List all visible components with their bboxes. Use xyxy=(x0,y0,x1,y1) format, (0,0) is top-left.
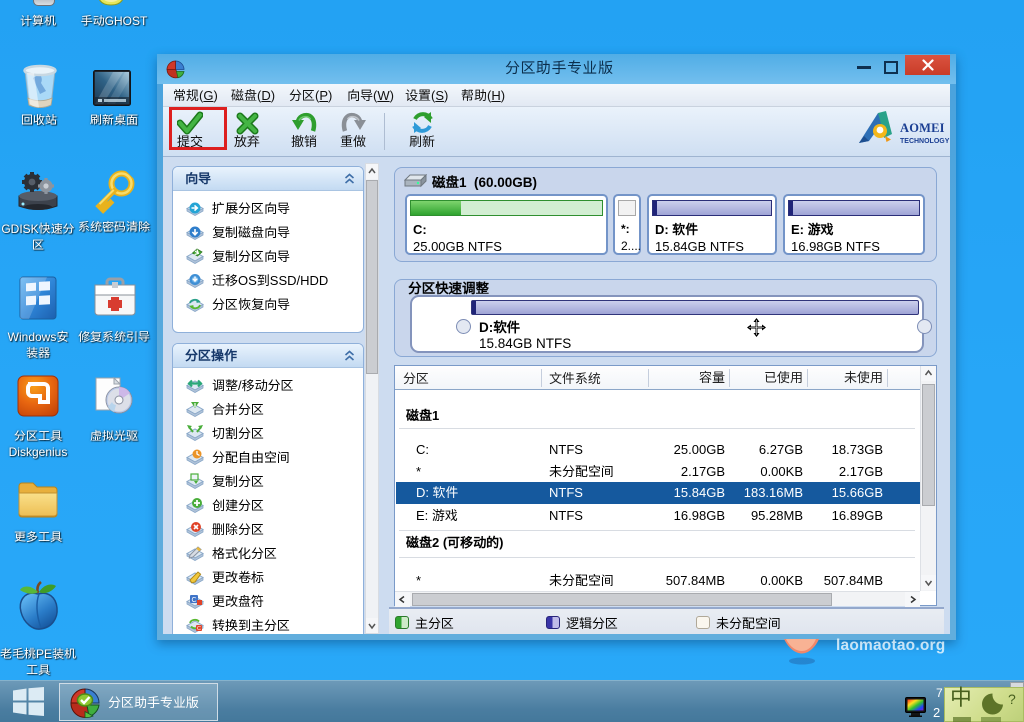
svg-text:C: C xyxy=(197,626,201,632)
svg-text:C: C xyxy=(191,597,196,604)
